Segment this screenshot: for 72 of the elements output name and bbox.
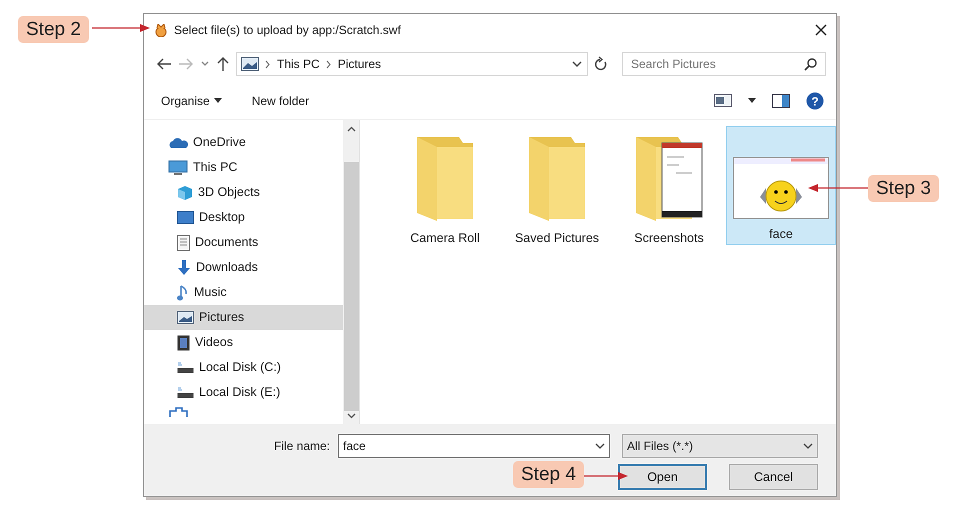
preview-pane-icon[interactable] (772, 94, 790, 108)
sidebar-item[interactable]: Videos (144, 330, 343, 355)
arrow (584, 471, 628, 481)
step-callout: Step 3 (868, 175, 939, 202)
folder-icon (527, 135, 587, 223)
breadcrumb-item[interactable]: This PC (277, 55, 320, 73)
dropdown-caret-icon (803, 442, 813, 450)
refresh-icon[interactable] (594, 56, 608, 72)
chevron-right-icon (326, 60, 332, 68)
sidebar-item[interactable]: OneDrive (144, 130, 343, 155)
search-icon (804, 58, 817, 70)
search-field[interactable]: Search Pictures (622, 52, 826, 76)
cat-icon (154, 24, 168, 36)
sidebar-item[interactable]: 3D Objects (144, 180, 343, 205)
scrollbar-thumb[interactable] (344, 162, 358, 411)
close-icon[interactable] (814, 23, 828, 37)
file-item[interactable]: Screenshots (614, 126, 724, 245)
sidebar-item[interactable]: This PC (144, 155, 343, 180)
chevron-right-icon (265, 60, 271, 68)
document-icon (177, 234, 190, 250)
sidebar-item[interactable]: Local Disk (C:) (144, 355, 343, 380)
arrow (92, 23, 150, 33)
drive-icon (177, 362, 194, 374)
network-icon (168, 405, 188, 417)
sidebar-item[interactable]: Documents (144, 230, 343, 255)
sidebar-item[interactable]: Pictures (144, 305, 343, 330)
file-name: Screenshots (634, 230, 704, 247)
step-callout: Step 4 (513, 461, 584, 488)
file-name: face (769, 226, 793, 244)
back-arrow-icon[interactable] (156, 57, 172, 71)
folder-icon (634, 135, 704, 223)
folder-icon (415, 135, 475, 223)
pictures-icon (241, 57, 259, 71)
dropdown-caret-icon[interactable] (571, 59, 583, 69)
caret-icon[interactable] (214, 98, 222, 103)
cube-icon (177, 184, 193, 200)
cloud-icon (168, 136, 188, 148)
view-icon[interactable] (714, 94, 732, 107)
new-folder-button[interactable]: New folder (252, 92, 310, 110)
step-callout: Step 2 (18, 16, 89, 43)
file-type-dropdown[interactable]: All Files (*.*) (622, 434, 818, 458)
file-item[interactable]: Camera Roll (390, 126, 500, 245)
window-title: Select file(s) to upload by app:/Scratch.swf (174, 22, 401, 39)
desktop-icon (177, 211, 194, 224)
file-name-field[interactable]: face (338, 434, 610, 458)
drive-icon (177, 386, 194, 398)
scroll-down-icon[interactable] (346, 413, 356, 419)
file-name-label: File name: (274, 438, 330, 455)
file-item[interactable]: face (726, 126, 836, 245)
open-button[interactable]: Open (618, 464, 707, 490)
arrow (808, 183, 868, 193)
film-icon (177, 334, 190, 350)
sidebar-item[interactable]: Music (144, 280, 343, 305)
cancel-button[interactable]: Cancel (729, 464, 818, 490)
sidebar-item[interactable]: Local Disk (E:) (144, 380, 343, 405)
sidebar-item[interactable]: Downloads (144, 255, 343, 280)
sidebar-item[interactable]: Desktop (144, 205, 343, 230)
dropdown-caret-icon[interactable] (595, 442, 605, 450)
caret-icon[interactable] (748, 98, 756, 103)
monitor-icon (168, 160, 188, 176)
file-name: Camera Roll (410, 230, 480, 247)
organise-menu[interactable]: Organise (161, 92, 222, 110)
breadcrumb-item[interactable]: Pictures (338, 55, 382, 73)
music-note-icon (177, 284, 189, 300)
file-name: Saved Pictures (514, 230, 600, 247)
search-placeholder: Search Pictures (631, 56, 716, 73)
help-icon[interactable]: ? (806, 92, 824, 110)
file-item[interactable]: Saved Pictures (502, 126, 612, 245)
pictures-icon (177, 311, 194, 324)
scroll-up-icon[interactable] (346, 126, 356, 132)
up-arrow-icon[interactable] (216, 56, 230, 72)
download-arrow-icon (177, 260, 191, 276)
